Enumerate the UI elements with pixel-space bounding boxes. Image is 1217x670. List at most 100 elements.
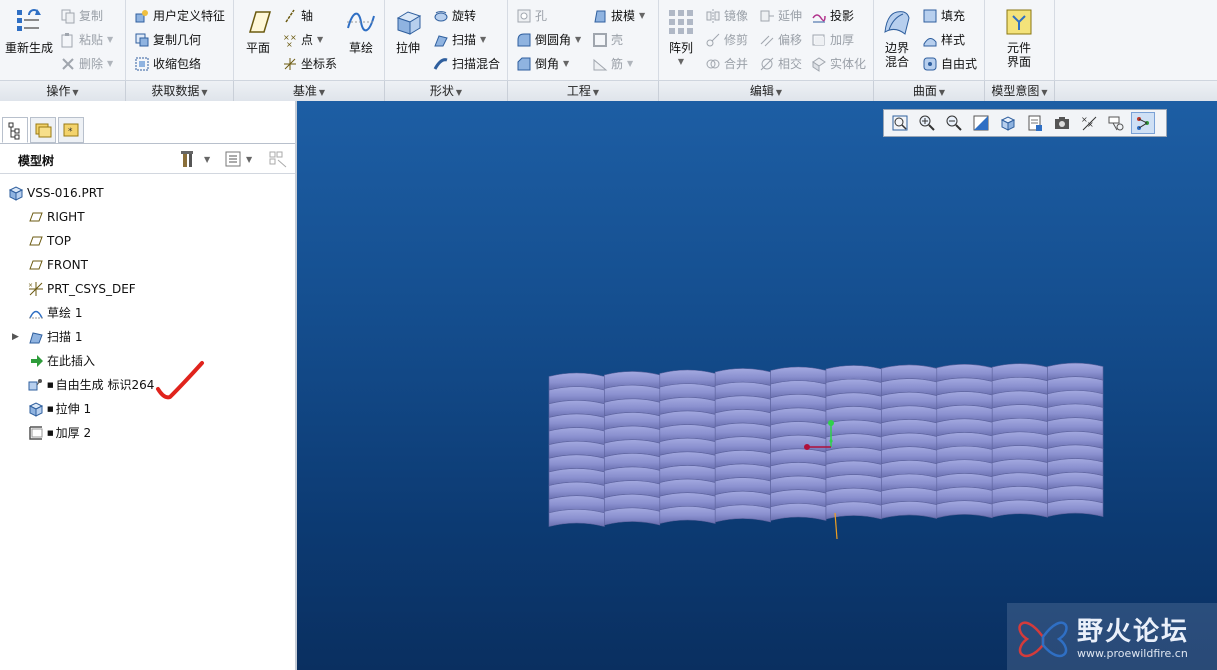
style-label: 样式: [941, 33, 966, 47]
thicken-button[interactable]: 加厚: [811, 30, 854, 50]
tree-settings-button[interactable]: ▼: [180, 150, 210, 168]
ribbon-groups: 重新生成 复制 粘贴 ▼ 删除 ▼ 用户定义特征 复制几何 收缩包络 平面 轴 …: [0, 0, 1217, 80]
annotation-display-button[interactable]: [1104, 112, 1128, 134]
csys-icon: ×: [28, 282, 43, 296]
camera-icon: [1055, 117, 1069, 129]
refit-button[interactable]: [888, 112, 912, 134]
tree-item-freeform[interactable]: ■ 自由生成 标识264: [28, 375, 154, 395]
group-label-get-data[interactable]: 获取数据 ▼: [126, 81, 234, 101]
status-marker: ■: [47, 381, 54, 389]
hole-icon: [517, 9, 531, 23]
tree-item-insert-here[interactable]: 在此插入: [28, 351, 95, 371]
round-button[interactable]: 倒圆角 ▼: [516, 30, 581, 50]
component-interface-button[interactable]: 元件 界面: [999, 6, 1039, 69]
plane-button[interactable]: 平面: [240, 6, 276, 55]
tree-item-part[interactable]: VSS-016.PRT: [8, 183, 104, 203]
tree-item-right[interactable]: RIGHT: [28, 207, 85, 227]
chevron-down-icon: ▼: [592, 88, 600, 97]
point-button[interactable]: × × × 点 ▼: [282, 30, 323, 50]
group-label-model-intent[interactable]: 模型意图 ▼: [985, 81, 1055, 101]
group-label-datum[interactable]: 基准 ▼: [234, 81, 385, 101]
chevron-down-icon: ▼: [639, 11, 646, 20]
delete-button[interactable]: 删除 ▼: [60, 54, 113, 74]
regenerate-button[interactable]: 重新生成: [2, 6, 56, 55]
tree-item-sketch[interactable]: 草绘 1: [28, 303, 82, 323]
tab-model-tree[interactable]: [2, 117, 28, 143]
tree-item-top[interactable]: TOP: [28, 231, 71, 251]
view-manager-button[interactable]: [1050, 112, 1074, 134]
tree-show-button[interactable]: ▼: [224, 150, 252, 168]
filter-icon: [269, 151, 287, 168]
merge-button[interactable]: 合并: [705, 54, 748, 74]
fill-button[interactable]: 填充: [922, 6, 965, 26]
style-button[interactable]: 样式: [922, 30, 965, 50]
surface-tile: [936, 500, 993, 519]
revolve-button[interactable]: 旋转: [433, 6, 476, 26]
hole-button[interactable]: 孔: [516, 6, 547, 26]
copy-button[interactable]: 复制: [60, 6, 103, 26]
tree-item-csys[interactable]: × PRT_CSYS_DEF: [28, 279, 136, 299]
tree-item-extrude[interactable]: ■ 拉伸 1: [28, 399, 91, 419]
hole-label: 孔: [535, 9, 548, 23]
tree-item-front[interactable]: FRONT: [28, 255, 88, 275]
repaint-button[interactable]: [969, 112, 993, 134]
chevron-down-icon: ▼: [318, 88, 326, 97]
freestyle-button[interactable]: 自由式: [922, 54, 977, 74]
regenerate-label: 重新生成: [4, 41, 53, 55]
sketch-button[interactable]: 草绘: [342, 6, 380, 55]
group-label-operations[interactable]: 操作 ▼: [0, 81, 126, 101]
tree-item-sweep[interactable]: 扫描 1: [28, 327, 82, 347]
shell-icon: [593, 33, 607, 47]
pattern-button[interactable]: 阵列 ▼: [665, 6, 697, 69]
chevron-down-icon: ▼: [107, 59, 114, 68]
swept-blend-button[interactable]: 扫描混合: [433, 54, 500, 74]
datum-display-button[interactable]: × ×: [1077, 112, 1101, 134]
extrude-button[interactable]: 拉伸: [389, 6, 427, 55]
datum-plane-icon: [29, 212, 43, 222]
thicken-icon: [29, 426, 43, 440]
solidify-button[interactable]: 实体化: [811, 54, 866, 74]
tab-favorites[interactable]: *: [58, 117, 84, 143]
mirror-button[interactable]: 镜像: [705, 6, 748, 26]
csys-button[interactable]: 坐标系: [282, 54, 337, 74]
group-label-editing[interactable]: 编辑 ▼: [659, 81, 874, 101]
paste-button[interactable]: 粘贴 ▼: [60, 30, 113, 50]
tab-folder-browser[interactable]: [30, 117, 56, 143]
sweep-icon: [29, 332, 43, 344]
zoom-out-button[interactable]: [942, 112, 966, 134]
zoom-in-button[interactable]: [915, 112, 939, 134]
surface-tile: [881, 500, 938, 519]
chevron-down-icon: ▼: [246, 154, 253, 164]
extend-button[interactable]: 延伸: [759, 6, 802, 26]
project-button[interactable]: 投影: [811, 6, 854, 26]
group-operations: 重新生成 复制 粘贴 ▼ 删除 ▼: [0, 0, 126, 80]
axis-button[interactable]: 轴: [282, 6, 313, 26]
chamfer-button[interactable]: 倒角 ▼: [516, 54, 569, 74]
tree-item-thicken[interactable]: ■ 加厚 2: [28, 423, 91, 443]
merge-icon: [706, 59, 720, 69]
boundary-blend-button[interactable]: 边界 混合: [878, 6, 916, 69]
copy-geometry-button[interactable]: 复制几何: [134, 30, 201, 50]
group-label-surfaces[interactable]: 曲面 ▼: [874, 81, 985, 101]
display-style-button[interactable]: [996, 112, 1020, 134]
tree-item-label: RIGHT: [47, 210, 85, 224]
offset-button[interactable]: 偏移: [759, 30, 802, 50]
tree-filter-button[interactable]: [268, 150, 288, 171]
freestyle-icon: [923, 57, 937, 71]
shrinkwrap-button[interactable]: 收缩包络: [134, 54, 201, 74]
rib-button[interactable]: 筋 ▼: [592, 54, 633, 74]
saved-views-button[interactable]: [1023, 112, 1047, 134]
group-label-engineering[interactable]: 工程 ▼: [508, 81, 659, 101]
shell-button[interactable]: 壳: [592, 30, 623, 50]
user-defined-feature-button[interactable]: 用户定义特征: [134, 6, 225, 26]
trim-button[interactable]: 修剪: [705, 30, 748, 50]
intersect-button[interactable]: 相交: [759, 54, 802, 74]
graphics-viewport[interactable]: × × 野火论坛 www.proewildfire.cn: [297, 101, 1217, 670]
spin-center-button[interactable]: [1131, 112, 1155, 134]
chevron-down-icon: ▼: [1041, 88, 1048, 97]
model-tree-icon: [8, 122, 20, 140]
sweep-button[interactable]: 扫描 ▼: [433, 30, 486, 50]
group-label-shapes[interactable]: 形状 ▼: [385, 81, 508, 101]
draft-button[interactable]: 拔模 ▼: [592, 6, 645, 26]
expand-arrow-icon[interactable]: ▶: [12, 327, 22, 347]
